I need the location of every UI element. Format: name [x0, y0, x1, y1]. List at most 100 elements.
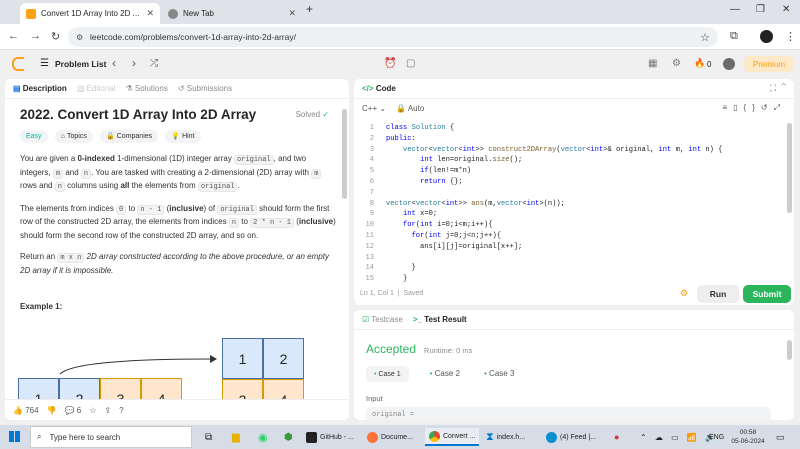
code-line[interactable]: 9 int x=0;	[354, 209, 784, 220]
result-scrollbar[interactable]	[787, 340, 792, 360]
submit-button[interactable]: Submit	[743, 285, 791, 303]
code-line[interactable]: 5 if(len!=m*n)	[354, 166, 784, 177]
back-icon[interactable]: ←	[8, 30, 19, 42]
tab-leetcode[interactable]: Convert 1D Array Into 2D Array ✕	[20, 3, 160, 24]
tab-editorial[interactable]: ▥ Editorial	[77, 84, 116, 93]
code-line[interactable]: 11 for(int j=0;j<n;j++){	[354, 231, 784, 242]
tab-label: Solutions	[134, 84, 168, 93]
notifications-icon[interactable]: ▭	[776, 428, 785, 446]
help-icon[interactable]: ?	[119, 406, 123, 415]
code-tab[interactable]: </> Code	[362, 84, 396, 93]
code-line[interactable]: 6 return {};	[354, 177, 784, 188]
taskbar-firefox[interactable]: Docume...	[367, 428, 413, 446]
taskbar-search[interactable]: ⌕ Type here to search	[30, 426, 192, 448]
hint-button[interactable]: 💡 Hint	[165, 130, 201, 144]
favorite-star-icon[interactable]: ☆	[89, 406, 96, 415]
close-tab-icon[interactable]: ✕	[146, 8, 154, 19]
code-line[interactable]: 10 for(int i=0;i<m;i++){	[354, 220, 784, 231]
taskbar-edge[interactable]: (4) Feed |...	[546, 428, 596, 446]
code-line[interactable]: 4 int len=original.size();	[354, 155, 784, 166]
share-icon[interactable]: ⇪	[104, 406, 111, 415]
menu-icon[interactable]: ⋮	[785, 30, 796, 43]
code-line[interactable]: 8 vector<vector<int>> ans(m,vector<int>(n…	[354, 199, 784, 210]
code-line[interactable]: 2 public:	[354, 134, 784, 145]
close-tab-icon[interactable]: ✕	[288, 8, 296, 19]
line-number: 10	[365, 221, 374, 230]
premium-button[interactable]: Premium	[744, 56, 794, 72]
tab-label: Description	[22, 84, 67, 93]
line-text: }	[386, 264, 416, 273]
line-text: int len=original.size();	[420, 156, 523, 165]
url-field[interactable]: ⚙ leetcode.com/problems/convert-1d-array…	[68, 27, 718, 47]
tab-new-tab[interactable]: New Tab ✕	[162, 3, 302, 24]
site-info-icon[interactable]: ⚙	[76, 33, 83, 42]
code-line[interactable]: 3 vector<vector<int>> construct2DArray(v…	[354, 145, 784, 156]
minimize-button[interactable]: —	[730, 4, 740, 15]
forward-icon[interactable]: →	[30, 30, 41, 42]
auto-mode[interactable]: 🔒 Auto	[396, 104, 424, 113]
shuffle-icon[interactable]: ⤮	[150, 58, 158, 69]
line-number: 2	[369, 134, 374, 143]
case-3-tab[interactable]: • Case 3	[476, 366, 522, 382]
like-button[interactable]: 👍 764	[13, 406, 39, 415]
close-window-button[interactable]: ✕	[782, 4, 790, 15]
file-explorer-icon[interactable]: ▆	[232, 428, 240, 446]
taskbar-vscode[interactable]: ⧗ index.h...	[486, 428, 525, 446]
task-view-icon[interactable]: ⧉	[205, 428, 212, 446]
code-line[interactable]: 15 }	[354, 274, 784, 285]
difficulty-badge[interactable]: Easy	[20, 130, 48, 144]
tab-solutions[interactable]: ⚗ Solutions	[126, 84, 168, 93]
case-1-tab[interactable]: • Case 1	[366, 366, 409, 382]
tag-icon: ⌂	[60, 132, 66, 140]
settings-icon[interactable]: ⚙	[672, 58, 681, 69]
clock[interactable]: 00:58 05-06-2024	[728, 428, 768, 446]
taskbar-chrome[interactable]: Convert ...	[425, 428, 480, 446]
comments-button[interactable]: 💬 6	[65, 406, 82, 415]
user-avatar[interactable]	[723, 58, 735, 70]
tab-submissions[interactable]: ↺ Submissions	[178, 84, 232, 93]
language-select[interactable]: C++ ⌄	[362, 104, 386, 113]
companies-button[interactable]: 🔒 Companies	[100, 130, 159, 144]
tab-test-result[interactable]: >_ Test Result	[413, 315, 467, 324]
case-2-tab[interactable]: • Case 2	[422, 366, 468, 382]
profile-avatar[interactable]	[760, 30, 773, 43]
panel-controls[interactable]: ⛶ ⌃	[770, 83, 786, 94]
code-line[interactable]: 12 ans[i][j]=original[x++];	[354, 242, 784, 253]
debug-icon[interactable]: ⚙	[680, 288, 688, 299]
reload-icon[interactable]: ↻	[51, 30, 60, 43]
extensions-icon[interactable]: ⧉	[730, 30, 738, 43]
system-tray-icons[interactable]: ⌃ ☁ ▭ 📶 🔊	[640, 428, 718, 446]
code-editor[interactable]: 1 class Solution {2 public: 3 vector<vector…	[354, 123, 784, 283]
maximize-button[interactable]: ❐	[756, 4, 765, 15]
topics-button[interactable]: ⌂ Topics	[54, 130, 93, 144]
timer-icon[interactable]: ⏰	[384, 58, 396, 69]
new-tab-button[interactable]: +	[306, 2, 313, 16]
windows-start-icon[interactable]	[9, 431, 20, 442]
editor-actions-icon[interactable]: ≡▯{}↺⤢	[722, 103, 786, 113]
code-line[interactable]: 7	[354, 188, 784, 199]
tab-testcase[interactable]: ☑ Testcase	[362, 315, 403, 324]
dislike-button[interactable]: 👎	[47, 406, 57, 415]
app-green-icon[interactable]: ⬢	[284, 428, 293, 446]
problem-list-link[interactable]: Problem List	[55, 59, 106, 69]
editor-scrollbar[interactable]	[787, 123, 792, 213]
code-line[interactable]: 1 class Solution {	[354, 123, 784, 134]
whatsapp-icon[interactable]: ◉	[258, 428, 268, 446]
bookmark-star-icon[interactable]: ☆	[700, 31, 710, 44]
list-icon: ☰	[40, 58, 49, 69]
tab-description[interactable]: ▤ Description	[13, 84, 67, 93]
line-text: for(int j=0;j<n;j++){	[411, 232, 501, 240]
leetcode-logo-icon[interactable]	[12, 57, 24, 71]
taskbar-github[interactable]: GitHub - ...	[306, 428, 354, 446]
layout-icon[interactable]: ▦	[648, 58, 657, 69]
notification-app-icon[interactable]: ●	[614, 428, 619, 446]
prev-problem-icon[interactable]: ‹	[112, 56, 116, 70]
scrollbar[interactable]	[342, 109, 347, 199]
code-line[interactable]: 13	[354, 253, 784, 264]
next-problem-icon[interactable]: ›	[132, 56, 136, 70]
language-indicator[interactable]: ENG	[709, 428, 724, 446]
code-line[interactable]: 14 }	[354, 263, 784, 274]
problem-title[interactable]: 2022. Convert 1D Array Into 2D Array	[20, 108, 256, 122]
run-button[interactable]: Run	[697, 285, 739, 303]
notes-icon[interactable]: ▢	[406, 58, 415, 69]
